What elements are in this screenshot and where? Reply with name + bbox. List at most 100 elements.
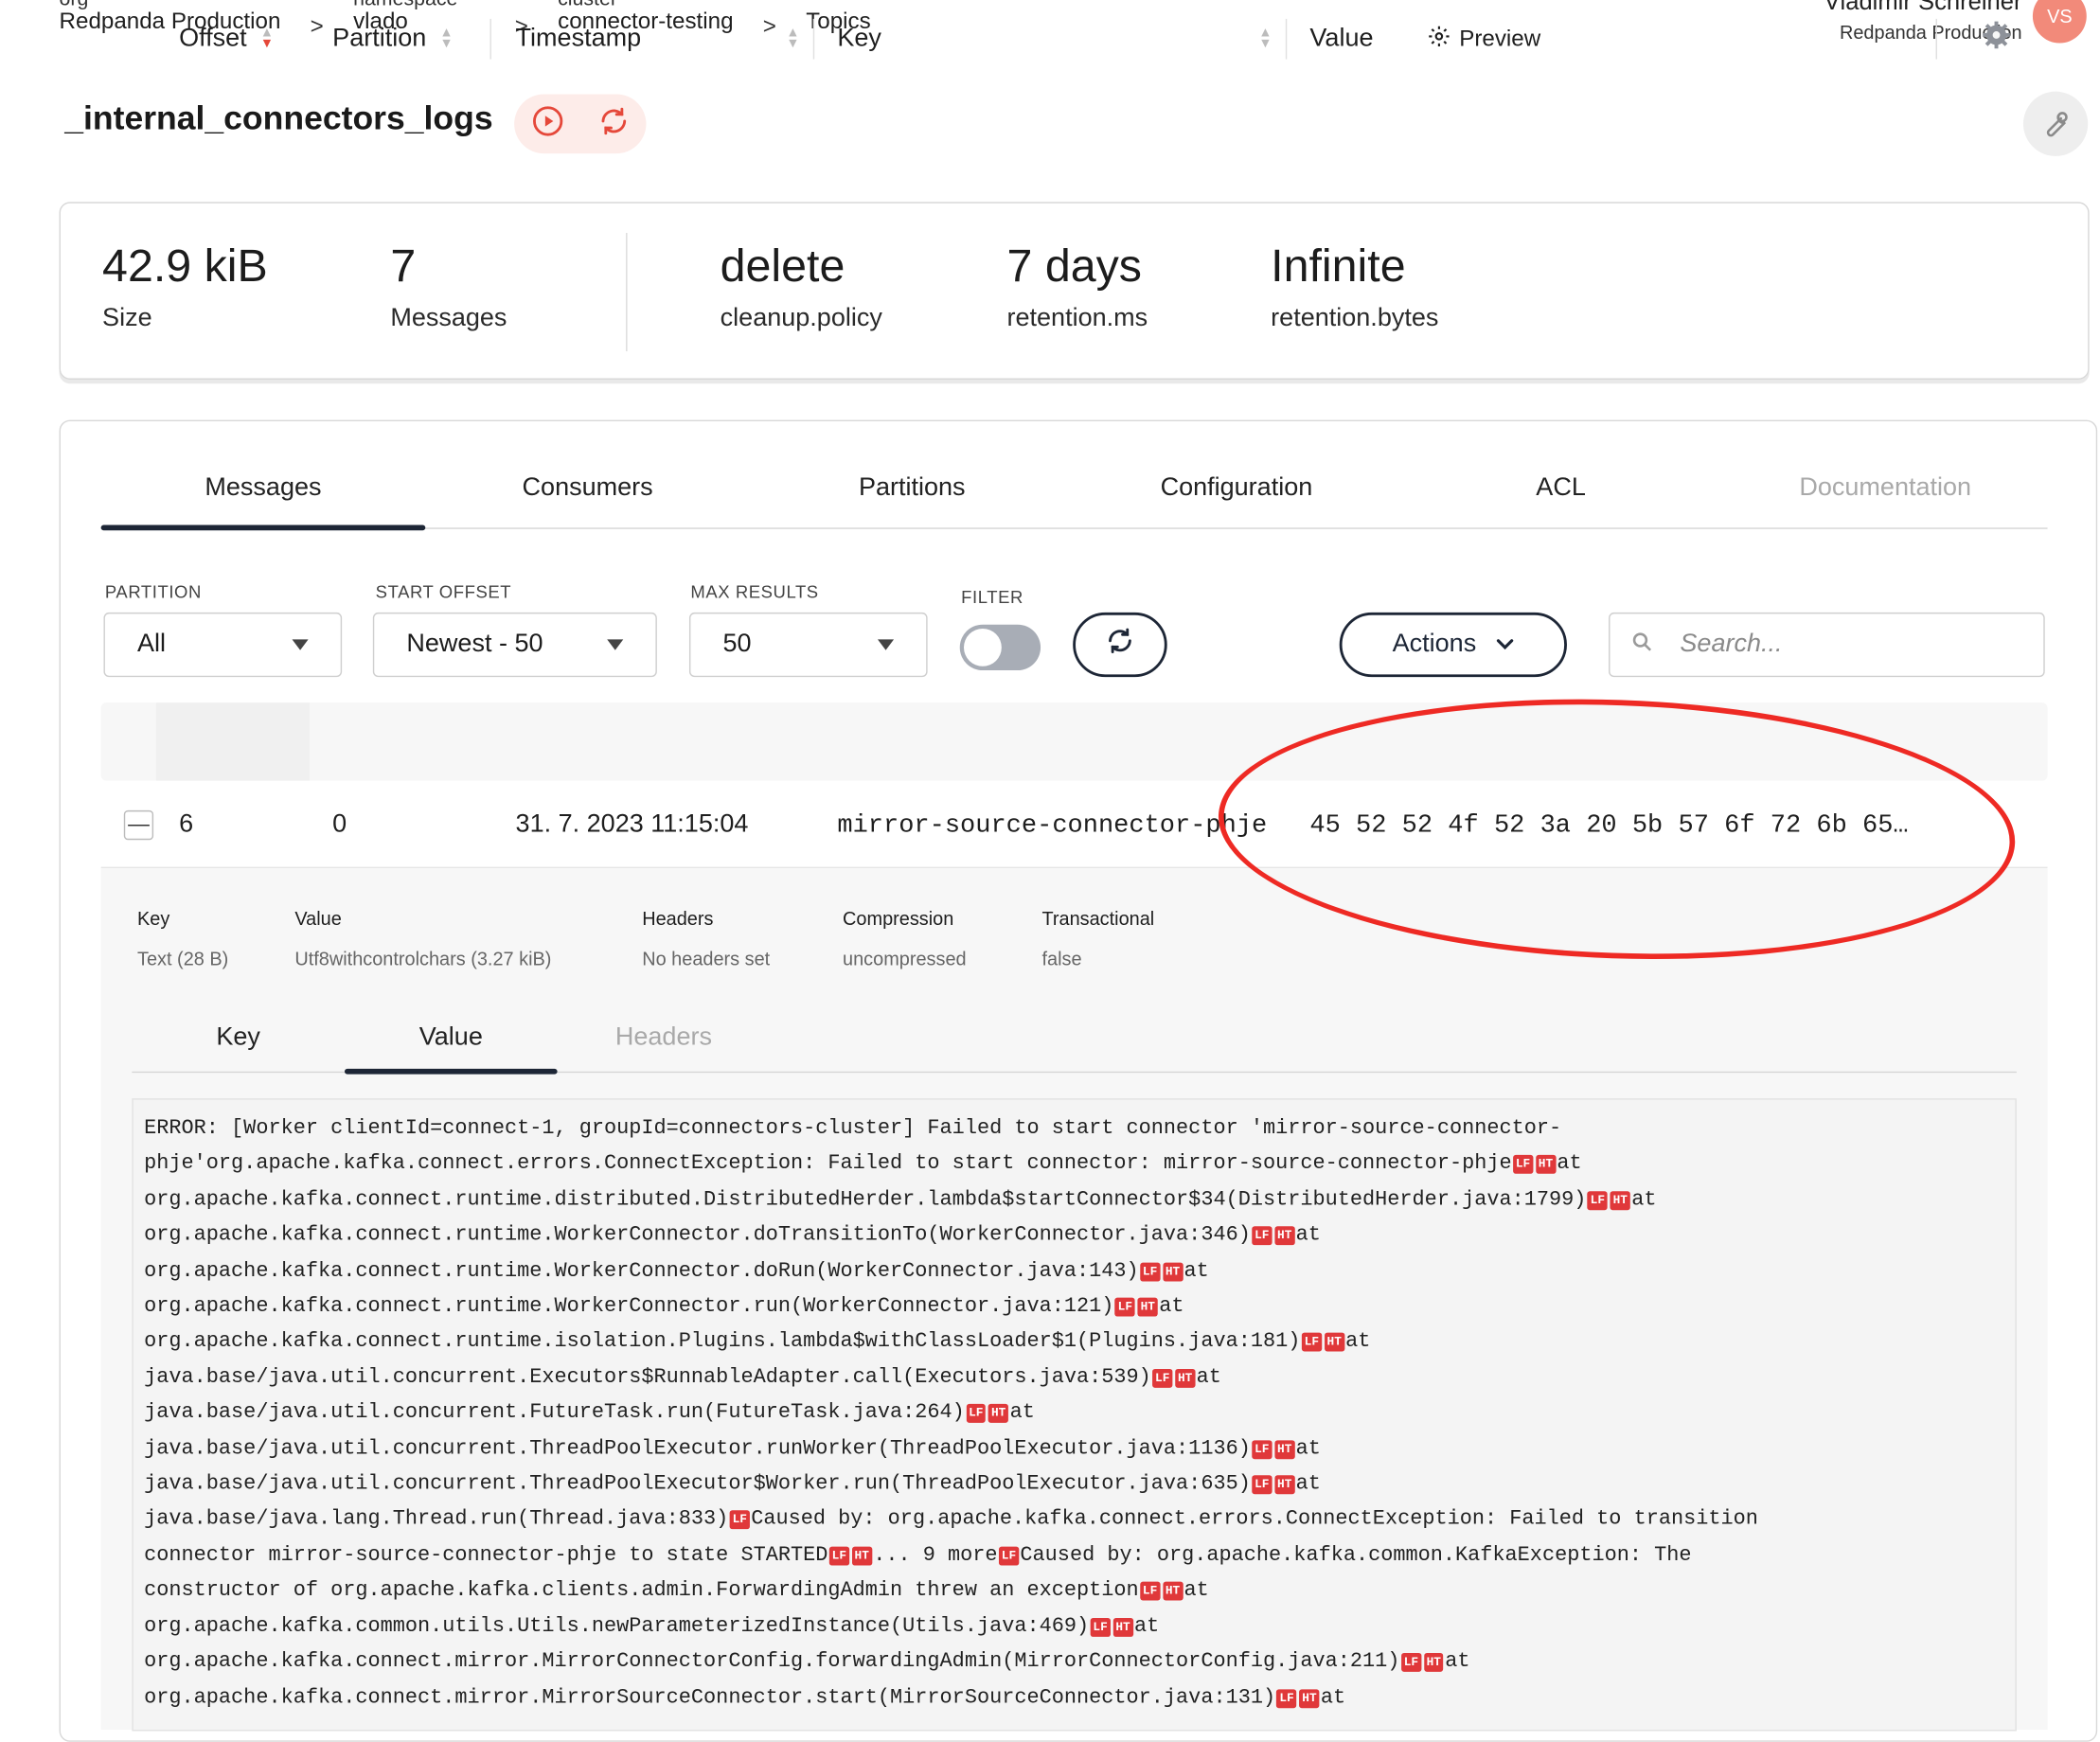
filter-label: FILTER — [961, 586, 1023, 608]
collapse-row-button[interactable]: — — [123, 809, 154, 841]
value-text: Caused by: org.apache.kafka.connect.erro… — [751, 1506, 1758, 1532]
message-value-viewer[interactable]: ERROR: [Worker clientId=connect-1, group… — [132, 1098, 2017, 1732]
tab-partitions[interactable]: Partitions — [750, 473, 1075, 527]
value-text: at — [1009, 1400, 1035, 1425]
max-results-select[interactable]: 50 — [688, 612, 928, 678]
control-char-badge: HT — [1324, 1333, 1344, 1353]
value-line: java.base/java.lang.Thread.run(Thread.ja… — [144, 1502, 2004, 1538]
control-char-badge: HT — [1274, 1439, 1295, 1459]
control-char-badge: LF — [1090, 1617, 1111, 1637]
value-text: connector mirror-source-connector-phje t… — [144, 1542, 828, 1567]
avatar[interactable]: VS — [2032, 0, 2087, 44]
value-text: at — [1183, 1257, 1209, 1283]
header-separator — [1285, 18, 1288, 60]
cell-value: 45 52 52 4f 52 3a 20 5b 57 6f 72 6b 65… — [1309, 809, 1909, 841]
cell-offset: 6 — [179, 809, 194, 839]
subtab-key[interactable]: Key — [132, 1015, 345, 1072]
header-separator — [489, 18, 491, 60]
value-text: at — [1183, 1577, 1209, 1603]
value-text: at — [1320, 1684, 1346, 1709]
control-char-badge: LF — [1301, 1333, 1322, 1353]
header-key[interactable]: Key — [837, 0, 881, 78]
tab-consumers[interactable]: Consumers — [425, 473, 750, 527]
sort-icon[interactable]: ▲ ▼ — [773, 0, 799, 78]
subtab-value[interactable]: Value — [344, 1015, 558, 1075]
header-value[interactable]: Value — [1309, 0, 1373, 78]
meta-headers: Headers No headers set — [642, 907, 771, 969]
stats-divider — [626, 232, 628, 352]
meta-compression: Compression uncompressed — [843, 907, 967, 969]
value-text: org.apache.kafka.connect.runtime.WorkerC… — [144, 1293, 1114, 1318]
tab-configuration[interactable]: Configuration — [1075, 473, 1399, 527]
value-line: java.base/java.util.concurrent.Executors… — [144, 1360, 2004, 1395]
value-text: Caused by: org.apache.kafka.common.Kafka… — [1020, 1542, 1692, 1567]
subtab-headers[interactable]: Headers — [558, 1015, 771, 1072]
filter-toggle[interactable] — [959, 624, 1041, 671]
search-icon — [1631, 631, 1653, 659]
stat-size: 42.9 kiB Size — [102, 240, 268, 333]
gear-icon — [1427, 24, 1451, 55]
caret-down-icon — [607, 639, 624, 650]
stat-cleanup-policy: delete cleanup.policy — [720, 240, 882, 333]
gear-icon — [1982, 20, 2011, 58]
messages-table-header — [100, 702, 2048, 781]
partition-select[interactable]: All — [103, 612, 343, 678]
value-text: at — [1196, 1364, 1221, 1390]
value-text: org.apache.kafka.connect.runtime.WorkerC… — [144, 1257, 1139, 1283]
refresh-messages-button[interactable] — [1073, 612, 1167, 678]
control-char-badge: HT — [1274, 1475, 1295, 1495]
value-text: java.base/java.util.concurrent.FutureTas… — [144, 1400, 965, 1425]
value-text: java.base/java.util.concurrent.ThreadPoo… — [144, 1471, 1251, 1496]
value-text: at — [1133, 1613, 1160, 1638]
tab-messages[interactable]: Messages — [100, 473, 426, 531]
control-char-badge: HT — [1274, 1226, 1295, 1246]
control-char-badge: LF — [966, 1404, 987, 1424]
search-field[interactable] — [1609, 612, 2045, 678]
value-text: at — [1295, 1471, 1321, 1496]
control-char-badge: HT — [1162, 1262, 1183, 1282]
meta-transactional: Transactional false — [1041, 907, 1155, 969]
meta-value: Value Utf8withcontrolchars (3.27 kiB) — [294, 907, 552, 969]
wrench-icon[interactable] — [2022, 91, 2089, 156]
value-text: at — [1557, 1151, 1582, 1176]
value-line: org.apache.kafka.connect.runtime.WorkerC… — [144, 1253, 2004, 1289]
value-line: java.base/java.util.concurrent.ThreadPoo… — [144, 1431, 2004, 1466]
control-char-badge: LF — [1252, 1439, 1272, 1459]
tab-acl[interactable]: ACL — [1398, 473, 1723, 527]
control-char-badge: LF — [1140, 1582, 1161, 1601]
value-text: java.base/java.lang.Thread.run(Thread.ja… — [144, 1506, 729, 1532]
stat-messages: 7 Messages — [390, 240, 507, 333]
value-line: connector mirror-source-connector-phje t… — [144, 1538, 2004, 1573]
control-char-badge: LF — [729, 1510, 750, 1530]
breadcrumb-separator: > — [310, 13, 324, 40]
cell-timestamp: 31. 7. 2023 11:15:04 — [515, 809, 749, 839]
offset-column-highlight — [155, 702, 311, 781]
sort-icon[interactable]: ▲ ▼ — [1245, 0, 1272, 78]
column-settings-button[interactable] — [1982, 0, 2011, 78]
control-char-badge: HT — [1137, 1297, 1158, 1317]
header-offset[interactable]: Offset ▲ ▼ — [179, 0, 274, 78]
chevron-down-icon — [1495, 630, 1514, 659]
refresh-icon[interactable] — [597, 104, 630, 143]
control-char-badge: LF — [998, 1546, 1019, 1566]
cell-partition: 0 — [332, 809, 347, 839]
actions-button[interactable]: Actions — [1339, 612, 1567, 678]
search-input[interactable] — [1677, 628, 2006, 662]
sort-icon: ▲ ▼ — [439, 26, 454, 52]
value-text: ERROR: [Worker clientId=connect-1, group… — [144, 1115, 1562, 1141]
preview-button[interactable]: Preview — [1427, 0, 1540, 78]
start-offset-select[interactable]: Newest - 50 — [372, 612, 657, 678]
header-partition[interactable]: Partition ▲ ▼ — [332, 0, 453, 78]
value-text: org.apache.kafka.connect.mirror.MirrorSo… — [144, 1684, 1276, 1709]
caret-down-icon — [292, 639, 309, 650]
message-subtabs: Key Value Headers — [132, 1015, 2017, 1075]
value-text: at — [1295, 1435, 1321, 1461]
stat-retention-ms: 7 days retention.ms — [1006, 240, 1148, 333]
value-line: org.apache.kafka.connect.runtime.WorkerC… — [144, 1289, 2004, 1324]
value-line: phje'org.apache.kafka.connect.errors.Con… — [144, 1147, 2004, 1182]
play-circle-icon[interactable] — [531, 104, 563, 143]
value-text: at — [1159, 1293, 1184, 1318]
tab-documentation[interactable]: Documentation — [1723, 473, 2048, 527]
header-timestamp[interactable]: Timestamp — [516, 0, 642, 78]
topic-stats-card: 42.9 kiB Size 7 Messages delete cleanup.… — [59, 202, 2090, 380]
